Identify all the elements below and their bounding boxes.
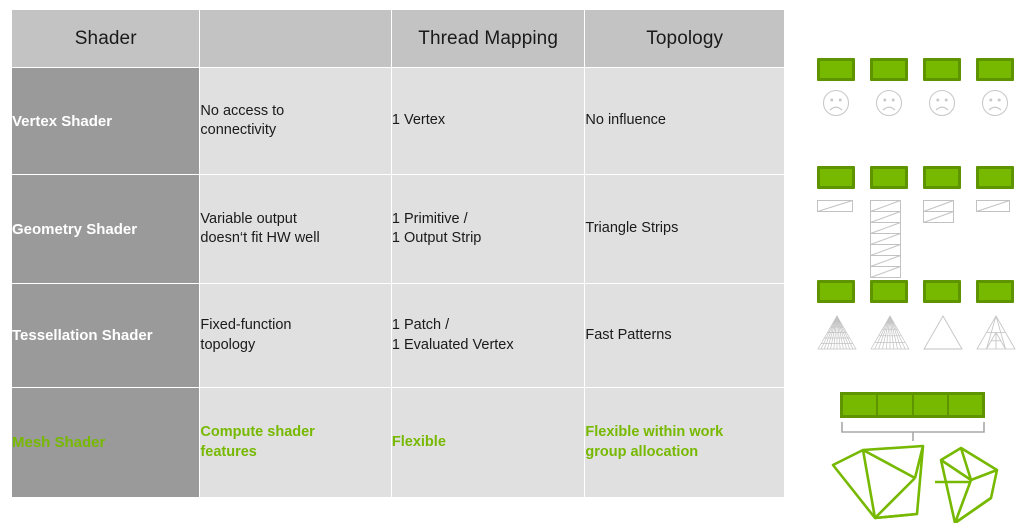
shader-illustrations (795, 0, 1024, 524)
row-topology: Fast Patterns (585, 284, 784, 387)
triangle-strip-icon (817, 200, 853, 212)
thread-slot (976, 280, 1016, 357)
row-feature-line2: topology (200, 336, 256, 353)
mesh-shader-illustration (795, 386, 1024, 523)
row-thread-line2: 1 Output Strip (391, 230, 482, 246)
row-shader-name: Tessellation Shader (12, 284, 200, 387)
table-row: Geometry Shader Variable output doesn‘t … (12, 175, 784, 283)
tessellated-triangle-icon (817, 315, 857, 350)
row-feature-line1: No access to (200, 102, 285, 119)
plain-triangle-icon (923, 315, 963, 350)
row-thread-line1: Flexible (391, 433, 446, 450)
triangle-strip-icon (870, 200, 901, 278)
row-feature: Variable output doesn‘t fit HW well (200, 175, 391, 283)
thread-box-icon (817, 280, 855, 303)
row-topology-line2: group allocation (585, 443, 699, 460)
work-group-segment (878, 395, 914, 415)
thread-slot (923, 166, 963, 231)
row-feature-line2: features (200, 443, 257, 460)
row-shader-name: Vertex Shader (12, 68, 200, 174)
row-thread-mapping: 1 Vertex (391, 68, 585, 174)
shader-comparison-table: Shader Thread Mapping Topology Vertex Sh… (11, 9, 785, 498)
tessellated-triangle-icon (870, 315, 910, 350)
thread-slot (817, 280, 857, 357)
thread-box-icon (923, 166, 961, 189)
thread-slot (870, 166, 910, 287)
row-topology-line1: Flexible within work (585, 424, 724, 441)
meshlet-wireframes-icon (831, 444, 999, 523)
geometry-shader-illustration (795, 166, 1024, 278)
row-thread-mapping: 1 Primitive / 1 Output Strip (391, 175, 585, 283)
triangle-strip-icon (923, 200, 954, 223)
thread-slot (870, 58, 910, 122)
table-row: Vertex Shader No access to connectivity … (12, 68, 784, 174)
thread-box-icon (923, 58, 961, 81)
row-feature: No access to connectivity (200, 68, 391, 174)
work-group-segment (949, 395, 982, 415)
work-group-bar-icon (840, 392, 985, 418)
thread-box-icon (817, 58, 855, 81)
vertex-shader-illustration (795, 58, 1024, 164)
row-topology: Triangle Strips (585, 175, 784, 283)
thread-slot (923, 280, 963, 357)
table-row: Mesh Shader Compute shader features Flex… (12, 388, 784, 497)
row-feature-line2: connectivity (200, 122, 277, 138)
work-group-segment (914, 395, 949, 415)
thread-slot (923, 58, 963, 122)
sad-face-icon (822, 89, 850, 117)
row-feature-line1: Fixed-function (200, 317, 292, 334)
thread-box-icon (976, 280, 1014, 303)
triangle-strip-icon (976, 200, 1010, 212)
row-shader-name: Mesh Shader (12, 388, 200, 497)
row-thread-mapping: Flexible (391, 388, 585, 497)
row-feature: Compute shader features (200, 388, 391, 497)
thread-box-icon (976, 166, 1014, 189)
row-thread-line1: 1 Primitive / (391, 210, 468, 227)
thread-slot (817, 166, 857, 221)
table-row: Tessellation Shader Fixed-function topol… (12, 284, 784, 387)
thread-slot (976, 166, 1016, 221)
row-topology-line1: No influence (585, 112, 666, 129)
row-topology-line1: Triangle Strips (585, 220, 679, 237)
thread-box-icon (870, 280, 908, 303)
thread-box-icon (923, 280, 961, 303)
row-thread-line1: 1 Vertex (391, 112, 446, 129)
sad-face-icon (928, 89, 956, 117)
work-group-segment (843, 395, 879, 415)
table-header-row: Shader Thread Mapping Topology (12, 10, 784, 67)
row-topology-line1: Fast Patterns (585, 326, 672, 343)
thread-box-icon (870, 166, 908, 189)
sad-face-icon (875, 89, 903, 117)
row-shader-name: Geometry Shader (12, 175, 200, 283)
thread-box-icon (817, 166, 855, 189)
row-topology: No influence (585, 68, 784, 174)
row-feature: Fixed-function topology (200, 284, 391, 387)
row-thread-line1: 1 Patch / (391, 317, 450, 334)
tessellation-shader-illustration (795, 280, 1024, 380)
row-feature-line1: Variable output (200, 210, 297, 227)
header-thread-mapping: Thread Mapping (391, 10, 585, 67)
slide-canvas: Shader Thread Mapping Topology Vertex Sh… (0, 0, 1024, 524)
thread-slot (976, 58, 1016, 122)
thread-box-icon (870, 58, 908, 81)
thread-slot (817, 58, 857, 122)
header-topology: Topology (585, 10, 784, 67)
row-feature-line2: doesn‘t fit HW well (200, 230, 320, 246)
sad-face-icon (981, 89, 1009, 117)
row-thread-mapping: 1 Patch / 1 Evaluated Vertex (391, 284, 585, 387)
thread-slot (870, 280, 910, 357)
header-feature (200, 10, 391, 67)
row-feature-line1: Compute shader (200, 424, 315, 441)
thread-box-icon (976, 58, 1014, 81)
header-shader: Shader (12, 10, 200, 67)
row-topology: Flexible within work group allocation (585, 388, 784, 497)
row-thread-line2: 1 Evaluated Vertex (391, 336, 514, 353)
tessellated-triangle-icon (976, 315, 1016, 350)
